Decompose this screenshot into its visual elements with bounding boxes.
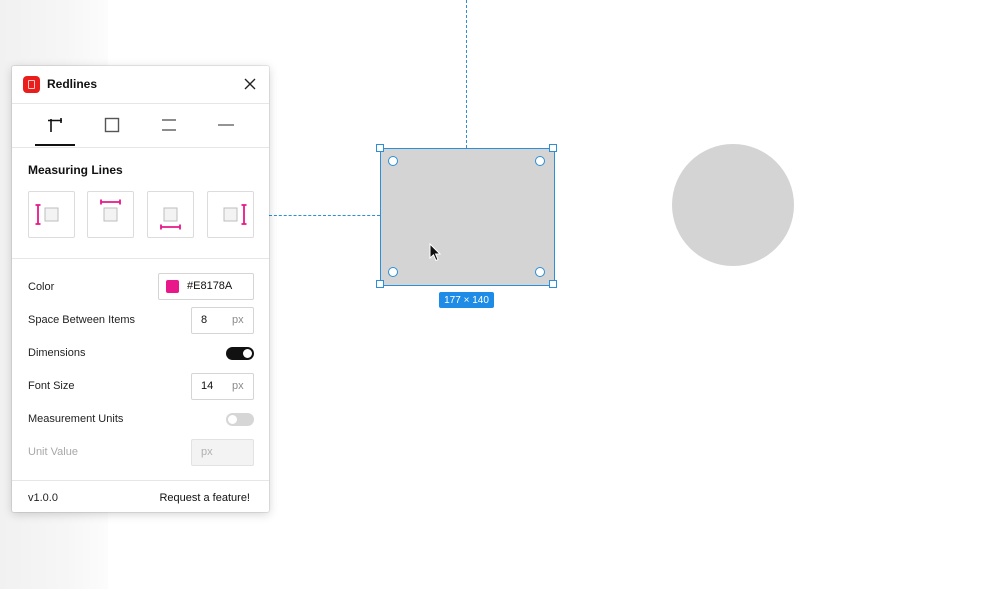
request-feature-link[interactable]: Request a feature!: [159, 492, 250, 504]
mouse-cursor-icon: [429, 243, 442, 262]
measurement-units-toggle[interactable]: [226, 413, 254, 426]
space-between-items-input[interactable]: 8 px: [191, 307, 254, 334]
font-size-unit: px: [232, 380, 244, 392]
resize-handle-top-right[interactable]: [549, 144, 557, 152]
resize-handle-bottom-right[interactable]: [549, 280, 557, 288]
unit-value-label: Unit Value: [28, 446, 78, 458]
panel-header: Redlines: [12, 66, 269, 104]
panel-title: Redlines: [47, 77, 98, 91]
tab-spacing[interactable]: [149, 104, 189, 146]
color-field[interactable]: #E8178A: [158, 273, 254, 300]
tab-single-line[interactable]: [206, 104, 246, 146]
section-divider: [12, 258, 269, 259]
tab-square[interactable]: [92, 104, 132, 146]
spacing-lines-icon: [162, 119, 176, 131]
measure-top-icon: [100, 199, 121, 222]
corner-radius-handle-top-right[interactable]: [535, 156, 545, 166]
resize-handle-bottom-left[interactable]: [376, 280, 384, 288]
space-between-items-unit: px: [232, 314, 244, 326]
single-line-icon: [218, 124, 234, 126]
measure-top-button[interactable]: [87, 191, 134, 238]
dimensions-label: Dimensions: [28, 347, 86, 359]
section-title: Measuring Lines: [28, 163, 123, 177]
selection-size-badge: 177 × 140: [439, 292, 494, 308]
measurement-units-label: Measurement Units: [28, 413, 124, 425]
redlines-logo-icon: [23, 76, 40, 93]
resize-handle-top-left[interactable]: [376, 144, 384, 152]
measure-right-button[interactable]: [207, 191, 254, 238]
measure-right-icon: [223, 204, 247, 225]
dimensions-toggle[interactable]: [226, 347, 254, 360]
measure-bottom-button[interactable]: [147, 191, 194, 238]
tab-measure-lines[interactable]: [35, 104, 75, 146]
tool-tabs: [12, 104, 269, 148]
vertical-guide-line: [466, 0, 467, 148]
close-icon[interactable]: [242, 76, 258, 92]
measure-lines-icon: [48, 118, 62, 132]
color-label: Color: [28, 281, 55, 293]
unit-value-placeholder: px: [201, 446, 213, 458]
font-size-input[interactable]: 14 px: [191, 373, 254, 400]
corner-radius-handle-bottom-right[interactable]: [535, 267, 545, 277]
color-value: #E8178A: [187, 280, 233, 292]
measure-bottom-icon: [160, 207, 181, 230]
footer-divider: [12, 480, 269, 481]
redlines-plugin-panel: Redlines Measuring Lines Color #E8178A S…: [12, 66, 269, 512]
circle-shape[interactable]: [672, 144, 794, 266]
measure-left-icon: [35, 204, 59, 225]
toggle-knob: [243, 349, 252, 358]
corner-radius-handle-top-left[interactable]: [388, 156, 398, 166]
font-size-value: 14: [201, 380, 214, 392]
measure-left-button[interactable]: [28, 191, 75, 238]
version-label: v1.0.0: [28, 492, 58, 504]
unit-value-input[interactable]: px: [191, 439, 254, 466]
corner-radius-handle-bottom-left[interactable]: [388, 267, 398, 277]
square-outline-icon: [104, 117, 120, 133]
font-size-label: Font Size: [28, 380, 75, 392]
horizontal-guide-line: [269, 215, 380, 216]
space-between-items-value: 8: [201, 314, 208, 326]
toggle-knob: [228, 415, 237, 424]
selected-rectangle[interactable]: [380, 148, 555, 286]
space-between-items-label: Space Between Items: [28, 314, 136, 326]
color-swatch[interactable]: [166, 280, 179, 293]
